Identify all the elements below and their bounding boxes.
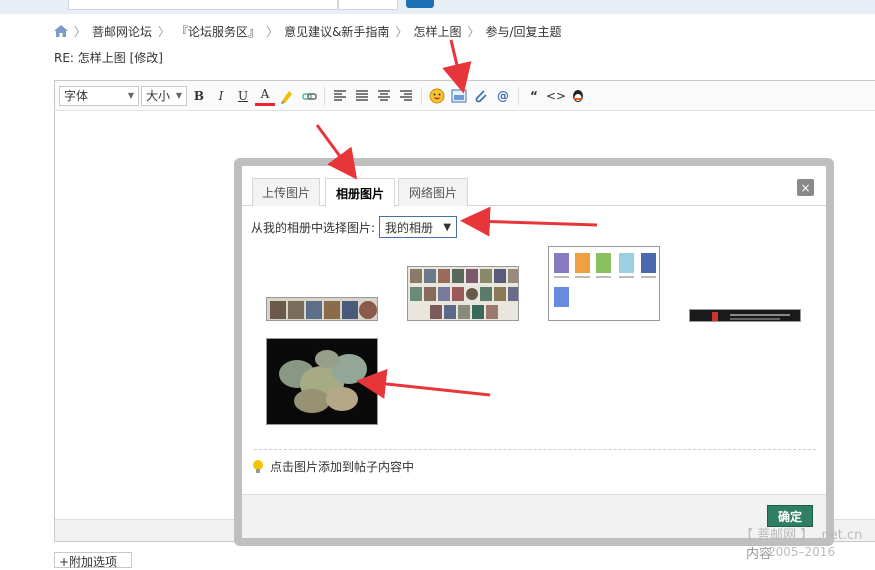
arrow-to-image-button xyxy=(442,39,472,94)
arrow-to-album-tab xyxy=(315,124,358,180)
arrow-to-thumbnail xyxy=(356,368,491,399)
arrow-to-album-select xyxy=(460,206,598,237)
annotation-arrows xyxy=(315,39,598,399)
